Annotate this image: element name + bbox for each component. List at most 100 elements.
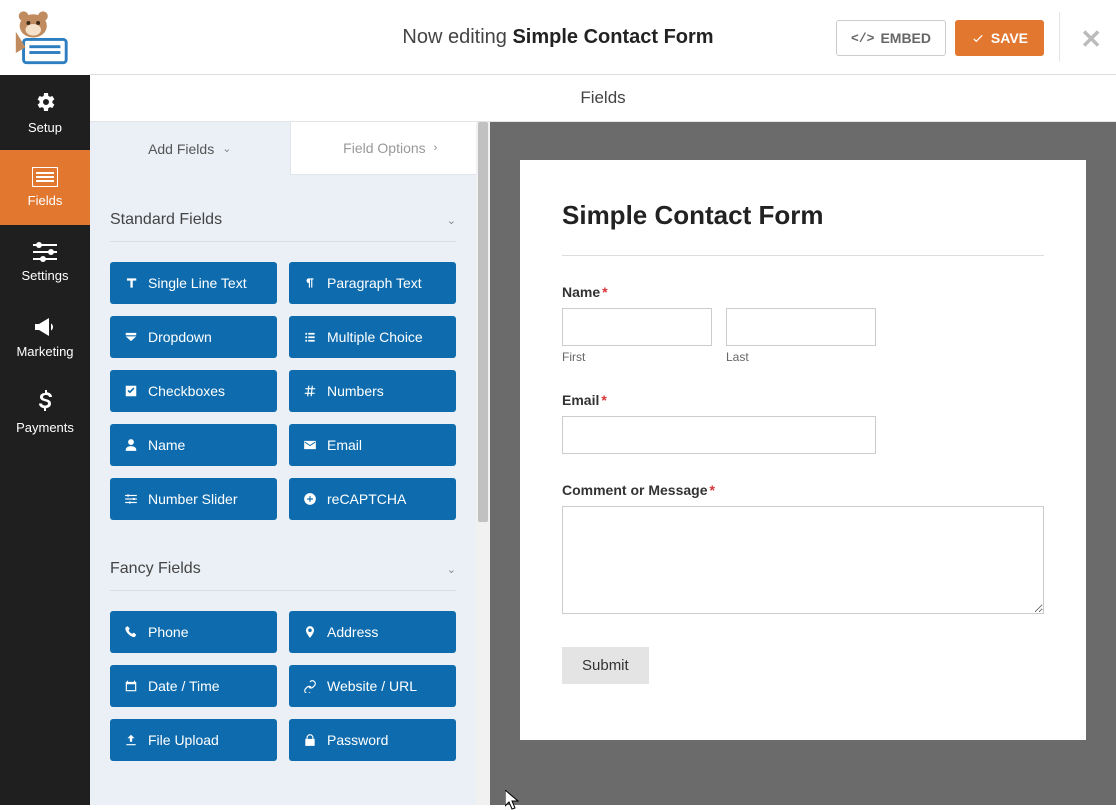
- field-paragraph-text[interactable]: Paragraph Text: [289, 262, 456, 304]
- field-label: Website / URL: [327, 678, 417, 694]
- field-label: Password: [327, 732, 388, 748]
- user-icon: [124, 438, 138, 452]
- field-label: Dropdown: [148, 329, 212, 345]
- preview-canvas: Simple Contact Form Name* First Last: [490, 122, 1116, 805]
- field-recaptcha[interactable]: reCAPTCHA: [289, 478, 456, 520]
- lock-icon: [303, 733, 317, 747]
- sidebar-item-settings[interactable]: Settings: [0, 225, 90, 300]
- label-text: Name: [562, 284, 600, 300]
- tab-add-fields[interactable]: Add Fields ⌄: [90, 122, 290, 175]
- field-label: Name: [148, 437, 185, 453]
- form-card: Simple Contact Form Name* First Last: [520, 160, 1086, 740]
- field-phone[interactable]: Phone: [110, 611, 277, 653]
- field-label: Single Line Text: [148, 275, 247, 291]
- group-title: Fancy Fields: [110, 560, 201, 578]
- chevron-right-icon: ›: [434, 142, 438, 154]
- chevron-down-icon: ⌄: [447, 563, 456, 576]
- field-checkboxes[interactable]: Checkboxes: [110, 370, 277, 412]
- dropdown-icon: [124, 330, 138, 344]
- chevron-down-icon: ⌄: [222, 142, 231, 155]
- sliders-icon: [124, 492, 138, 506]
- first-sublabel: First: [562, 350, 712, 364]
- comment-label: Comment or Message*: [562, 482, 1044, 498]
- field-name[interactable]: Name: [110, 424, 277, 466]
- group-grid-fancy: Phone Address Date / Time Website / URL: [110, 611, 456, 761]
- google-icon: [303, 492, 317, 506]
- check-icon: [971, 31, 985, 45]
- field-single-line-text[interactable]: Single Line Text: [110, 262, 277, 304]
- form-title: Simple Contact Form: [562, 200, 1044, 231]
- save-button[interactable]: SAVE: [955, 20, 1044, 56]
- field-label: reCAPTCHA: [327, 491, 406, 507]
- field-address[interactable]: Address: [289, 611, 456, 653]
- field-label: Email: [327, 437, 362, 453]
- form-row-comment: Comment or Message*: [562, 482, 1044, 619]
- embed-button[interactable]: </> EMBED: [836, 20, 946, 56]
- list-icon: [303, 330, 317, 344]
- upload-icon: [124, 733, 138, 747]
- sidebar-item-payments[interactable]: Payments: [0, 375, 90, 450]
- sidebar-item-marketing[interactable]: Marketing: [0, 300, 90, 375]
- sidebar-item-setup[interactable]: Setup: [0, 75, 90, 150]
- builder-body: Add Fields ⌄ Field Options › Standard Fi…: [90, 122, 1116, 805]
- calendar-icon: [124, 679, 138, 693]
- left-sidebar: Setup Fields Settings Marketing Payments: [0, 0, 90, 805]
- sidebar-label: Marketing: [16, 344, 73, 359]
- divider: [562, 255, 1044, 256]
- top-bar: Now editing Simple Contact Form </> EMBE…: [0, 0, 1116, 75]
- code-icon: </>: [851, 31, 874, 46]
- tab-label: Add Fields: [148, 141, 214, 157]
- label-text: Email: [562, 392, 599, 408]
- field-password[interactable]: Password: [289, 719, 456, 761]
- group-header-standard[interactable]: Standard Fields ⌄: [110, 191, 456, 242]
- sidebar-item-fields[interactable]: Fields: [0, 150, 90, 225]
- field-file-upload[interactable]: File Upload: [110, 719, 277, 761]
- last-name-input[interactable]: [726, 308, 876, 346]
- embed-label: EMBED: [880, 30, 931, 46]
- panel-scrollbar[interactable]: [476, 122, 490, 805]
- panel-tabs: Add Fields ⌄ Field Options ›: [90, 122, 490, 175]
- first-name-input[interactable]: [562, 308, 712, 346]
- bullhorn-icon: [33, 316, 57, 338]
- field-label: Phone: [148, 624, 188, 640]
- close-icon[interactable]: ✕: [1080, 24, 1102, 55]
- check-icon: [124, 384, 138, 398]
- field-email[interactable]: Email: [289, 424, 456, 466]
- group-header-fancy[interactable]: Fancy Fields ⌄: [110, 540, 456, 591]
- tab-field-options[interactable]: Field Options ›: [290, 122, 491, 175]
- group-title: Standard Fields: [110, 211, 222, 229]
- app-logo-icon: [10, 10, 72, 65]
- name-label: Name*: [562, 284, 1044, 300]
- form-icon: [32, 167, 58, 187]
- email-input[interactable]: [562, 416, 876, 454]
- field-numbers[interactable]: Numbers: [289, 370, 456, 412]
- sidebar-label: Payments: [16, 420, 74, 435]
- field-date-time[interactable]: Date / Time: [110, 665, 277, 707]
- editing-title: Now editing Simple Contact Form: [0, 26, 1116, 49]
- text-icon: [124, 276, 138, 290]
- field-multiple-choice[interactable]: Multiple Choice: [289, 316, 456, 358]
- sidebar-label: Settings: [22, 268, 69, 283]
- sidebar-label: Setup: [28, 120, 62, 135]
- name-pair: First Last: [562, 308, 1044, 364]
- field-website-url[interactable]: Website / URL: [289, 665, 456, 707]
- first-name-col: First: [562, 308, 712, 364]
- form-name: Simple Contact Form: [512, 26, 713, 48]
- builder-section-title: Fields: [90, 75, 1116, 122]
- logo-slot: [0, 0, 90, 75]
- divider: [1059, 12, 1060, 62]
- link-icon: [303, 679, 317, 693]
- required-asterisk: *: [709, 482, 714, 498]
- comment-textarea[interactable]: [562, 506, 1044, 614]
- field-label: Date / Time: [148, 678, 220, 694]
- field-label: Checkboxes: [148, 383, 225, 399]
- sidebar-label: Fields: [28, 193, 63, 208]
- gear-icon: [33, 90, 57, 114]
- phone-icon: [124, 625, 138, 639]
- submit-button[interactable]: Submit: [562, 647, 649, 684]
- field-label: Number Slider: [148, 491, 237, 507]
- field-dropdown[interactable]: Dropdown: [110, 316, 277, 358]
- field-label: File Upload: [148, 732, 219, 748]
- scrollbar-thumb[interactable]: [478, 122, 488, 522]
- field-number-slider[interactable]: Number Slider: [110, 478, 277, 520]
